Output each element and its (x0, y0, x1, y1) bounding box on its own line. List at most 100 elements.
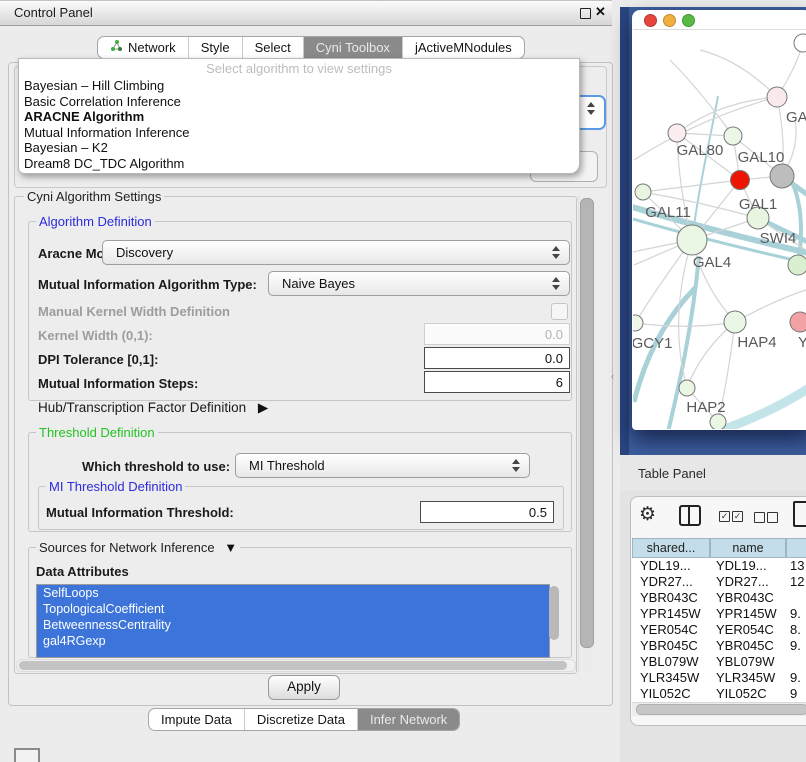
dpi-tolerance-field[interactable]: 0.0 (424, 347, 570, 369)
table-row[interactable]: YDL19...YDL19...13 (632, 558, 806, 574)
mi-type-select[interactable]: Naive Bayes (268, 271, 570, 296)
attribute-item[interactable]: TopologicalCoefficient (37, 601, 549, 617)
tab-style[interactable]: Style (189, 37, 243, 58)
spinner-icon (552, 277, 560, 290)
attribute-item[interactable]: gal4RGexp (37, 633, 549, 649)
columns-icon[interactable] (679, 505, 701, 526)
sources-title: Sources for Network Inference (39, 540, 215, 555)
gear-icon[interactable]: ⚙ (639, 503, 656, 526)
expanded-triangle-icon: ▼ (224, 540, 237, 555)
close-panel-icon[interactable]: ✕ (595, 4, 606, 20)
network-node[interactable] (668, 124, 686, 142)
which-threshold-select[interactable]: MI Threshold (235, 453, 530, 478)
table-cell: 12 (790, 574, 804, 590)
algorithm-option[interactable]: Bayesian – Hill Climbing (24, 78, 164, 94)
network-edge[interactable] (700, 50, 777, 97)
control-panel-titlebar: Control Panel ✕ (0, 0, 612, 26)
manual-kernel-checkbox[interactable] (551, 303, 568, 320)
algorithm-definition-title: Algorithm Definition (36, 214, 155, 229)
algorithm-option[interactable]: Bayesian – K2 (24, 140, 108, 156)
table-row[interactable]: YLR345WYLR345W9. (632, 670, 806, 686)
tab-discretize-data[interactable]: Discretize Data (245, 709, 358, 730)
network-node[interactable] (724, 127, 742, 145)
network-node[interactable] (677, 225, 707, 255)
mi-threshold-field[interactable]: 0.5 (420, 501, 554, 523)
file-icon[interactable] (793, 501, 806, 527)
network-node[interactable] (627, 315, 643, 331)
apply-button[interactable]: Apply (268, 675, 340, 700)
algorithm-option[interactable]: Basic Correlation Inference (24, 94, 181, 110)
algorithm-option[interactable]: ARACNE Algorithm (24, 109, 144, 125)
float-window-icon[interactable] (580, 8, 591, 19)
table-cell: YIL052C (640, 686, 691, 702)
tab-select[interactable]: Select (243, 37, 304, 58)
network-edge[interactable] (635, 322, 735, 326)
tab-cyni-toolbox[interactable]: Cyni Toolbox (304, 37, 403, 58)
docked-panel-icon[interactable] (14, 748, 40, 762)
attributes-scrollbar-thumb[interactable] (549, 586, 559, 640)
select-all-icon[interactable]: ✓ (719, 511, 730, 522)
hub-definition-header[interactable]: Hub/Transcription Factor Definition ▶ (38, 400, 268, 416)
tab-label: Style (201, 40, 230, 55)
table-hscroll-thumb[interactable] (636, 704, 806, 715)
attribute-item[interactable]: BetweennessCentrality (37, 617, 549, 633)
column-header[interactable]: shared... (632, 538, 710, 558)
table-cell: YDL19... (640, 558, 691, 574)
network-edge[interactable] (643, 180, 740, 192)
network-node[interactable] (710, 414, 726, 430)
node-label: GCY1 (632, 335, 673, 352)
table-row[interactable]: YDR27...YDR27...12 (632, 574, 806, 590)
table-cell: YDR27... (640, 574, 693, 590)
select-all-icon[interactable]: ✓ (732, 511, 743, 522)
network-node[interactable] (679, 380, 695, 396)
sources-header[interactable]: Sources for Network Inference ▼ (36, 540, 240, 555)
tab-label: Cyni Toolbox (316, 40, 390, 55)
spinner-icon (587, 102, 595, 115)
mi-steps-field[interactable]: 6 (424, 371, 570, 393)
tab-impute-data[interactable]: Impute Data (149, 709, 245, 730)
network-graph-canvas[interactable]: GALGAL80GAL10GAL1GAL11SWI4GAL4GCY1HAP4YH… (620, 0, 806, 456)
algorithm-option[interactable]: Mutual Information Inference (24, 125, 189, 141)
table-cell: YBR045C (716, 638, 774, 654)
attribute-item[interactable]: SelfLoops (37, 585, 549, 601)
tab-label: Network (128, 40, 176, 55)
table-row[interactable]: YER054CYER054C8. (632, 622, 806, 638)
network-node[interactable] (635, 184, 651, 200)
tab-network[interactable]: Network (98, 37, 189, 58)
app-root: Control Panel ✕ Network Style Select Cyni T… (0, 0, 806, 762)
table-cell: YIL052C (716, 686, 767, 702)
network-node[interactable] (790, 312, 806, 332)
algorithm-option[interactable]: Dream8 DC_TDC Algorithm (24, 156, 184, 172)
column-header[interactable]: name (710, 538, 786, 558)
table-row[interactable]: YBR045C YBR045C 9. (632, 638, 806, 654)
network-node[interactable] (731, 171, 750, 190)
network-node[interactable] (788, 255, 806, 275)
mi-threshold-label: Mutual Information Threshold: (46, 505, 234, 520)
column-header[interactable] (786, 538, 806, 558)
table-row[interactable]: YPR145WYPR145W9. (632, 606, 806, 622)
settings-hscroll-thumb[interactable] (19, 661, 567, 670)
network-edge[interactable] (692, 96, 718, 240)
deselect-all-icon[interactable] (767, 512, 778, 523)
table-cell: 9 (790, 686, 797, 702)
node-label: GAL80 (677, 142, 724, 159)
table-row[interactable]: YBR043CYBR043C (632, 590, 806, 606)
aracne-mode-select[interactable]: Discovery (102, 240, 570, 265)
network-node[interactable] (767, 87, 787, 107)
tab-infer-network[interactable]: Infer Network (358, 709, 459, 730)
table-row[interactable]: YBL079WYBL079W (632, 654, 806, 670)
network-node[interactable] (794, 34, 806, 52)
network-node[interactable] (770, 164, 794, 188)
table-cell: YDL19... (716, 558, 767, 574)
table-row[interactable]: YIL052C YIL052C 9 (632, 686, 806, 702)
table-cell: YBR045C (640, 638, 698, 654)
settings-vscroll-thumb[interactable] (580, 198, 594, 648)
panel-divider-handle[interactable]: ‹ (611, 371, 619, 381)
deselect-all-icon[interactable] (754, 512, 765, 523)
network-edge[interactable] (687, 322, 735, 388)
kernel-width-field[interactable]: 0.0 (424, 323, 570, 345)
table-cell: 9. (790, 638, 801, 654)
network-node[interactable] (724, 311, 746, 333)
table-panel-titlebar: Table Panel (620, 455, 806, 492)
tab-jactivemnodules[interactable]: jActiveMNodules (403, 37, 524, 58)
